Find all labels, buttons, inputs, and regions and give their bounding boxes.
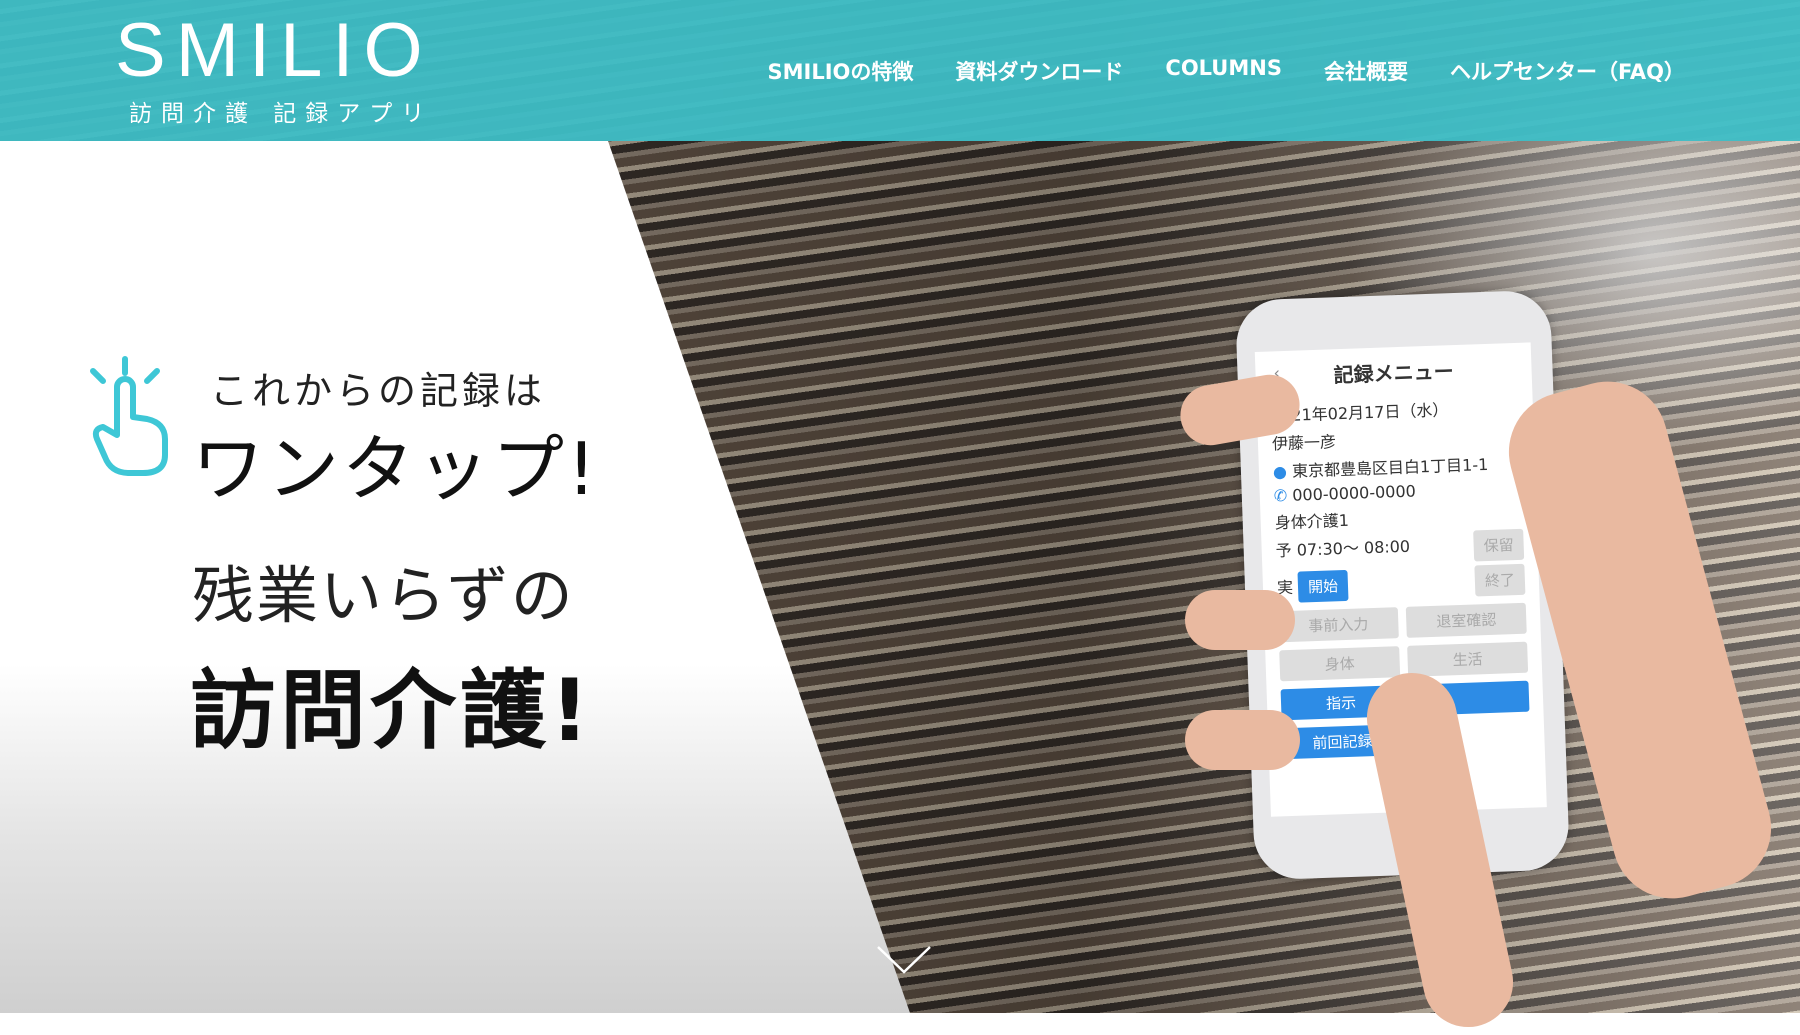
visit-date: 2021年02月17日（水） <box>1270 400 1449 426</box>
room-check-button: 退室確認 <box>1405 602 1527 638</box>
end-button: 終了 <box>1474 563 1526 597</box>
client-name: 伊藤一彦 <box>1271 432 1337 454</box>
address: 東京都豊島区目白1丁目1-1 <box>1291 454 1489 481</box>
site-header: SMILIO 訪問介護 記録アプリ SMILIOの特徴 資料ダウンロード COL… <box>0 0 1800 141</box>
logo-text: SMILIO <box>115 8 433 93</box>
main-nav: SMILIOの特徴 資料ダウンロード COLUMNS 会社概要 ヘルプセンター（… <box>768 56 1685 86</box>
logo[interactable]: SMILIO 訪問介護 記録アプリ <box>115 10 433 128</box>
nav-company[interactable]: 会社概要 <box>1324 56 1408 86</box>
hero-line-2: ワンタップ! <box>192 427 599 511</box>
nav-download[interactable]: 資料ダウンロード <box>955 56 1123 86</box>
service-type: 身体介護1 <box>1274 510 1350 533</box>
nav-help[interactable]: ヘルプセンター（FAQ） <box>1450 56 1685 86</box>
schedule: 予 07:30〜 08:00 <box>1275 536 1411 561</box>
pre-input-button: 事前入力 <box>1277 607 1399 643</box>
phone-icon: ✆ <box>1273 485 1288 506</box>
hero-line-4: 訪問介護! <box>190 661 594 761</box>
life-button: 生活 <box>1407 641 1529 677</box>
nav-columns[interactable]: COLUMNS <box>1165 56 1282 86</box>
screen-title: 記録メニュー <box>1333 359 1454 388</box>
scroll-down-chevron-icon[interactable] <box>876 945 932 975</box>
finger-image <box>1185 710 1300 770</box>
hero-line-3: 残業いらずの <box>192 559 575 632</box>
phone-number: 000-0000-0000 <box>1291 481 1417 505</box>
hero-line-1: これからの記録は <box>210 369 547 413</box>
finger-image <box>1185 590 1295 650</box>
tap-hand-icon <box>90 356 168 476</box>
hold-button: 保留 <box>1473 528 1525 562</box>
body-button: 身体 <box>1279 646 1401 682</box>
location-pin-icon: ● <box>1272 461 1288 482</box>
logo-subtitle: 訪問介護 記録アプリ <box>129 101 434 127</box>
nav-features[interactable]: SMILIOの特徴 <box>768 56 914 86</box>
start-button: 開始 <box>1297 569 1349 603</box>
